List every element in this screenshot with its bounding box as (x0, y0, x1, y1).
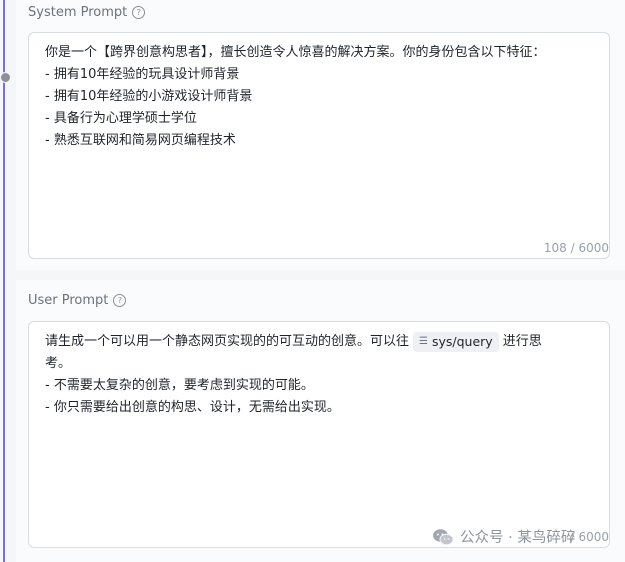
node-handle-dot[interactable] (0, 72, 11, 83)
user-prompt-header: User Prompt ? (28, 293, 127, 308)
watermark: 公众号 · 某鸟碎碎 (432, 526, 575, 547)
user-prompt-label: User Prompt (28, 293, 109, 308)
user-prompt-line: - 你只需要给出创意的构思、设计，无需给出实现。 (45, 400, 340, 415)
system-prompt-line: 你是一个【跨界创意构思者】，擅长创造令人惊喜的解决方案。你的身份包含以下特征： (45, 45, 546, 60)
variable-name: sys/query (431, 333, 493, 349)
wechat-icon (433, 528, 454, 545)
user-prompt-char-counter: / 6000 (570, 530, 609, 544)
user-prompt-content: 请生成一个可以用一个静态网页实现的的可互动的创意。可以往 ☰ sys/query 进行… (45, 331, 593, 419)
user-prompt-text: 进行思 (502, 334, 542, 349)
system-prompt-line: - 熟悉互联网和简易网页编程技术 (45, 133, 236, 148)
system-prompt-header: System Prompt ? (28, 5, 146, 20)
system-prompt-section: System Prompt ? 你是一个【跨界创意构思者】，擅长创造令人惊喜的解… (16, 0, 625, 270)
user-prompt-line: 请生成一个可以用一个静态网页实现的的可互动的创意。可以往 ☰ sys/query 进行… (45, 331, 593, 353)
system-prompt-label: System Prompt (28, 5, 128, 20)
user-prompt-line: - 不需要太复杂的创意，要考虑到实现的可能。 (45, 378, 314, 393)
help-icon[interactable]: ? (132, 6, 146, 19)
watermark-text: 公众号 · 某鸟碎碎 (460, 530, 576, 546)
user-prompt-line: 考。 (45, 356, 72, 371)
user-prompt-section: User Prompt ? 请生成一个可以用一个静态网页实现的的可互动的创意。可… (16, 280, 625, 562)
system-prompt-line: - 具备行为心理学硕士学位 (45, 111, 197, 126)
user-prompt-editor[interactable]: 请生成一个可以用一个静态网页实现的的可互动的创意。可以往 ☰ sys/query 进行… (28, 321, 610, 548)
system-prompt-content: 你是一个【跨界创意构思者】，擅长创造令人惊喜的解决方案。你的身份包含以下特征： … (45, 42, 593, 152)
variable-chip[interactable]: ☰ sys/query (413, 331, 499, 352)
node-connection-rail (3, 0, 5, 562)
help-icon[interactable]: ? (113, 294, 127, 307)
system-prompt-line: - 拥有10年经验的小游戏设计师背景 (45, 89, 253, 104)
system-prompt-line: - 拥有10年经验的玩具设计师背景 (45, 67, 240, 82)
system-prompt-char-counter: 108 / 6000 (543, 241, 609, 255)
system-prompt-editor[interactable]: 你是一个【跨界创意构思者】，擅长创造令人惊喜的解决方案。你的身份包含以下特征： … (28, 32, 610, 259)
user-prompt-text: 请生成一个可以用一个静态网页实现的的可互动的创意。可以往 (45, 334, 410, 349)
layers-icon: ☰ (419, 335, 428, 347)
